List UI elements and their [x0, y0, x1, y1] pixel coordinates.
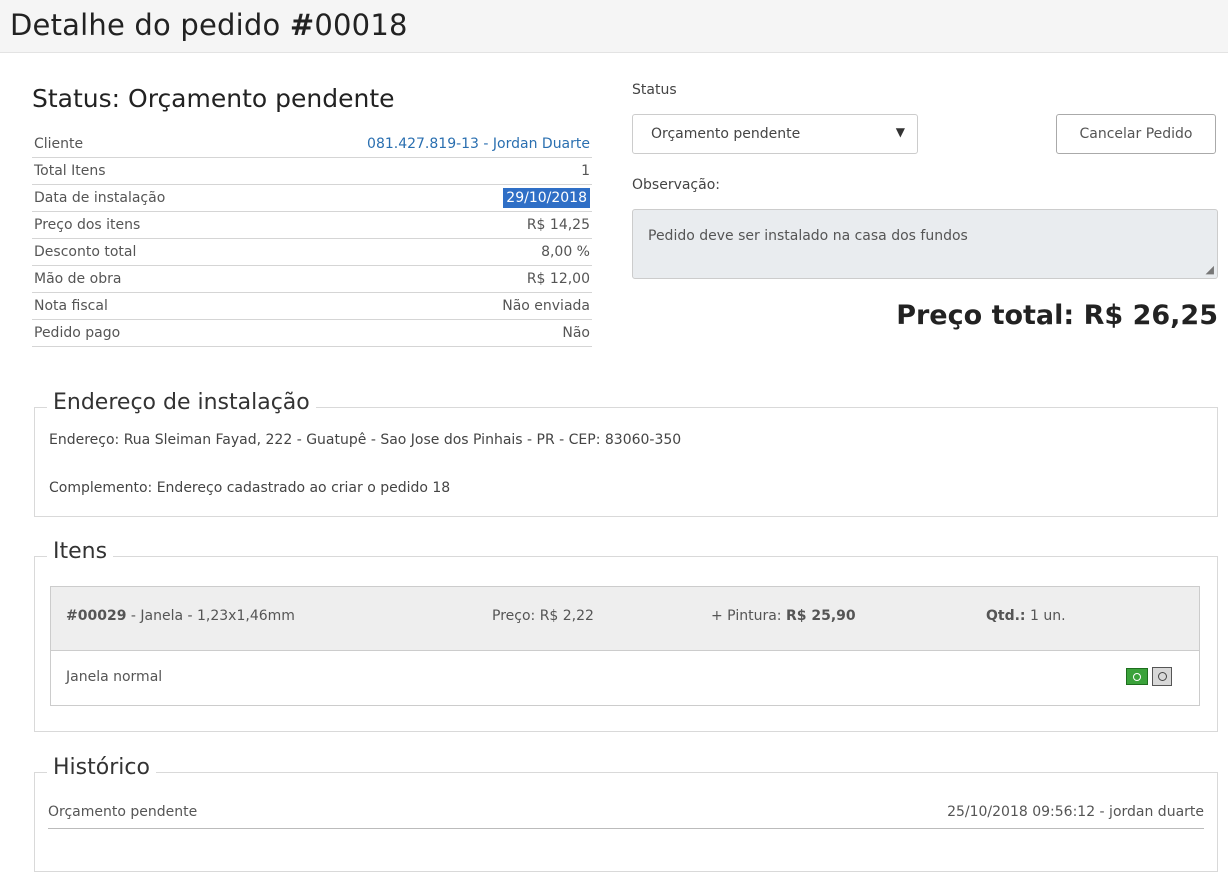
page-title: Detalhe do pedido #00018	[10, 8, 408, 42]
qty-label: Qtd.:	[986, 608, 1026, 624]
paint-value: R$ 25,90	[785, 608, 856, 624]
info-row-cliente: Cliente 081.427.819-13 - Jordan Duarte	[32, 131, 592, 158]
history-legend: Histórico	[47, 755, 156, 780]
item-card: #00029 - Janela - 1,23x1,46mm Preço: R$ …	[50, 586, 1200, 706]
info-value: 29/10/2018	[241, 184, 592, 212]
hash-symbol: #	[289, 8, 315, 42]
cancel-order-button[interactable]: Cancelar Pedido	[1056, 114, 1216, 154]
item-price: Preço: R$ 2,22	[492, 608, 594, 624]
history-status: Orçamento pendente	[48, 804, 198, 820]
installation-date: 29/10/2018	[503, 188, 590, 208]
order-number: 00018	[314, 8, 408, 42]
caret-down-icon: ▼	[895, 125, 905, 139]
status-select-value: Orçamento pendente	[651, 126, 801, 142]
history-row: Orçamento pendente 25/10/2018 09:56:12 -…	[48, 796, 1204, 829]
order-info-table: Cliente 081.427.819-13 - Jordan Duarte T…	[32, 131, 592, 347]
total-price: Preço total: R$ 26,25	[896, 300, 1218, 331]
info-label: Total Itens	[32, 157, 242, 185]
observation-textarea[interactable]: Pedido deve ser instalado na casa dos fu…	[632, 209, 1218, 279]
observation-label: Observação:	[632, 177, 720, 193]
info-value: 1	[241, 157, 592, 185]
camera-icon[interactable]	[1152, 667, 1172, 686]
title-prefix: Detalhe do pedido	[10, 8, 290, 42]
observation-text: Pedido deve ser instalado na casa dos fu…	[648, 228, 968, 244]
item-desc: - Janela - 1,23x1,46mm	[126, 608, 295, 624]
info-label: Desconto total	[32, 238, 242, 266]
info-label: Mão de obra	[32, 265, 242, 293]
status-select[interactable]: Orçamento pendente ▼	[632, 114, 918, 154]
info-value: Não	[241, 319, 592, 347]
items-legend: Itens	[47, 539, 114, 564]
info-row-nota-fiscal: Nota fiscal Não enviada	[32, 292, 592, 320]
item-paint: + Pintura: R$ 25,90	[711, 608, 856, 624]
status-label: Status	[632, 82, 677, 98]
info-value: Não enviada	[241, 292, 592, 320]
client-link[interactable]: 081.427.819-13 - Jordan Duarte	[367, 136, 590, 152]
info-row-preco-itens: Preço dos itens R$ 14,25	[32, 211, 592, 239]
info-row-desconto: Desconto total 8,00 %	[32, 238, 592, 266]
info-label: Pedido pago	[32, 319, 242, 347]
page-header: Detalhe do pedido #00018	[0, 0, 1228, 53]
info-label: Preço dos itens	[32, 211, 242, 239]
info-value: R$ 12,00	[241, 265, 592, 293]
address-complement: Complemento: Endereço cadastrado ao cria…	[49, 480, 451, 496]
qty-value: 1 un.	[1025, 608, 1066, 624]
info-row-mao-obra: Mão de obra R$ 12,00	[32, 265, 592, 293]
address-line: Endereço: Rua Sleiman Fayad, 222 - Guatu…	[49, 432, 682, 448]
status-heading: Status: Orçamento pendente	[32, 84, 395, 113]
info-value: 8,00 %	[241, 238, 592, 266]
info-value: 081.427.819-13 - Jordan Duarte	[241, 131, 592, 158]
history-timestamp: 25/10/2018 09:56:12 - jordan duarte	[947, 804, 1204, 820]
resize-handle-icon[interactable]: ◢	[1206, 263, 1214, 276]
paint-label: + Pintura:	[711, 608, 786, 624]
info-row-data-instalacao: Data de instalação 29/10/2018	[32, 184, 592, 212]
info-row-pedido-pago: Pedido pago Não	[32, 319, 592, 347]
money-icon[interactable]	[1126, 668, 1148, 685]
item-qty: Qtd.: 1 un.	[986, 608, 1066, 624]
info-label: Cliente	[32, 131, 242, 158]
info-value: R$ 14,25	[241, 211, 592, 239]
info-label: Data de instalação	[32, 184, 242, 212]
item-code: #00029	[66, 608, 127, 624]
address-section: Endereço de instalação Endereço: Rua Sle…	[34, 390, 1218, 517]
info-label: Nota fiscal	[32, 292, 242, 320]
item-header: #00029 - Janela - 1,23x1,46mm Preço: R$ …	[51, 587, 1199, 651]
item-title: #00029 - Janela - 1,23x1,46mm	[66, 608, 295, 624]
info-row-total-itens: Total Itens 1	[32, 157, 592, 185]
address-legend: Endereço de instalação	[47, 390, 316, 415]
item-name: Janela normal	[66, 669, 163, 685]
